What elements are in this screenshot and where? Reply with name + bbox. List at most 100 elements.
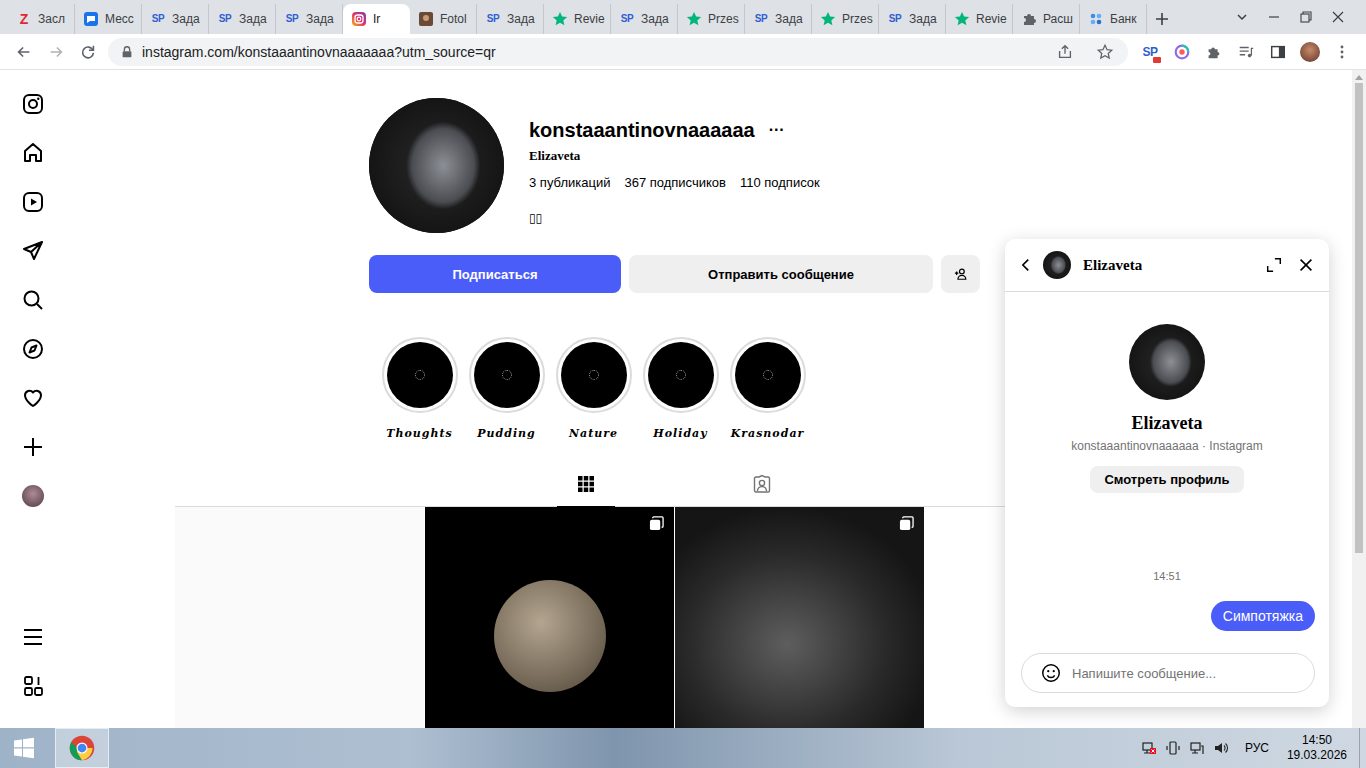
post[interactable] — [425, 507, 674, 728]
star-icon — [686, 11, 702, 27]
notifications-nav[interactable] — [9, 373, 57, 422]
language-indicator[interactable]: РУС — [1245, 741, 1269, 755]
view-profile-button[interactable]: Смотреть профиль — [1090, 466, 1243, 493]
media-button[interactable] — [1230, 36, 1262, 68]
network-error-icon[interactable] — [1141, 740, 1157, 756]
highlight[interactable]: Krasnodar — [724, 337, 811, 441]
tab-label: Przes — [708, 12, 739, 26]
browser-tab[interactable]: Przes — [812, 4, 879, 34]
dog-photo — [369, 98, 504, 233]
highlight[interactable]: Nature — [550, 337, 637, 441]
new-tab-button[interactable] — [1147, 4, 1177, 34]
highlight[interactable]: Thoughts — [376, 337, 463, 441]
username: konstaaantinovnaaaaaa — [529, 118, 755, 142]
emoji-icon[interactable] — [1040, 662, 1062, 684]
sp-extension-button[interactable]: SP — [1134, 36, 1166, 68]
browser-tab[interactable]: Przes — [678, 4, 745, 34]
post[interactable] — [675, 507, 924, 728]
home-icon — [21, 141, 45, 165]
restore-button[interactable] — [1290, 0, 1322, 34]
browser-tab[interactable]: Fotol — [410, 4, 477, 34]
sp-logo-icon: SP — [217, 11, 233, 27]
stat[interactable]: 3 публикаций — [529, 174, 610, 192]
message-button[interactable]: Отправить сообщение — [629, 255, 933, 293]
highlight[interactable]: Pudding — [463, 337, 550, 441]
sp-logo-icon: SP — [485, 11, 501, 27]
content-tab[interactable] — [733, 462, 791, 506]
instagram-logo[interactable] — [9, 79, 57, 128]
more-nav[interactable] — [9, 612, 57, 661]
browser-tab[interactable]: Ir — [343, 4, 410, 34]
menu-button[interactable] — [1326, 36, 1358, 68]
scroll-up-icon — [1355, 75, 1363, 80]
tab-search-button[interactable] — [1226, 0, 1258, 34]
browser-tab[interactable]: Банк — [1080, 4, 1147, 34]
scrollbar[interactable] — [1352, 70, 1366, 728]
create-nav[interactable] — [9, 422, 57, 471]
scroll-thumb[interactable] — [1355, 83, 1363, 553]
reload-button[interactable] — [72, 36, 104, 68]
minimize-button[interactable] — [1258, 0, 1290, 34]
post[interactable] — [175, 507, 424, 728]
profile-button[interactable] — [1294, 36, 1326, 68]
apps-nav[interactable] — [9, 661, 57, 710]
message-time: 14:51 — [1153, 569, 1181, 583]
back-button[interactable] — [8, 36, 40, 68]
browser-tab[interactable]: SPЗада — [745, 4, 812, 34]
message-bubble[interactable]: Симпотяжка — [1211, 601, 1315, 631]
tab-label: Przes — [842, 12, 873, 26]
start-button[interactable] — [0, 728, 48, 768]
profile-avatar[interactable] — [369, 98, 504, 233]
stat[interactable]: 110 подписок — [740, 174, 820, 192]
reels-nav[interactable] — [9, 177, 57, 226]
star-bookmark-icon[interactable] — [1096, 43, 1114, 61]
browser-tab[interactable]: SPЗада — [276, 4, 343, 34]
home-nav[interactable] — [9, 128, 57, 177]
browser-tab[interactable]: Revie — [946, 4, 1013, 34]
url-field[interactable]: instagram.com/konstaaantinovnaaaaaaa?utm… — [108, 38, 1128, 66]
clock-time: 14:50 — [1302, 733, 1332, 748]
browser-tab[interactable]: Месс — [75, 4, 142, 34]
browser-tab[interactable]: SPЗада — [477, 4, 544, 34]
browser-tab[interactable]: SPЗада — [142, 4, 209, 34]
sp-logo-icon: SP — [150, 11, 166, 27]
browser-tab[interactable]: SPЗада — [879, 4, 946, 34]
explore-nav[interactable] — [9, 324, 57, 373]
follow-button[interactable]: Подписаться — [369, 255, 621, 293]
search-nav[interactable] — [9, 275, 57, 324]
profile-nav[interactable] — [9, 471, 57, 520]
expand-icon[interactable] — [1265, 256, 1283, 274]
forward-button[interactable] — [40, 36, 72, 68]
browser-tab[interactable]: ZЗасл — [8, 4, 75, 34]
network-icon[interactable] — [1189, 740, 1205, 756]
chevron-left-icon[interactable] — [1017, 256, 1035, 274]
show-desktop-button[interactable] — [1359, 728, 1366, 768]
share-icon[interactable] — [1056, 43, 1074, 61]
clock[interactable]: 14:5019.03.2026 — [1287, 733, 1347, 763]
device-icon[interactable] — [1165, 740, 1181, 756]
volume-icon[interactable] — [1213, 740, 1229, 756]
chat-name: Elizaveta — [1132, 412, 1203, 434]
more-options-button[interactable]: ··· — [769, 118, 785, 142]
content-tab[interactable] — [557, 462, 615, 507]
grid-icon — [576, 474, 596, 494]
extensions-button[interactable] — [1198, 36, 1230, 68]
browser-tab[interactable]: SP Зада — [209, 4, 276, 34]
suggested-button[interactable] — [941, 255, 980, 293]
browser-tab[interactable]: SPЗада — [611, 4, 678, 34]
close-window-button[interactable] — [1322, 0, 1354, 34]
tab-label: Зада — [239, 12, 267, 26]
close-icon[interactable] — [1297, 256, 1315, 274]
extension-button[interactable] — [1166, 36, 1198, 68]
stat[interactable]: 367 подписчиков — [624, 174, 726, 192]
tab-label: Месс — [105, 12, 134, 26]
chrome-taskbar-button[interactable] — [55, 728, 109, 768]
side-panel-button[interactable] — [1262, 36, 1294, 68]
browser-tab[interactable]: Расш — [1013, 4, 1080, 34]
browser-tab[interactable]: Revie — [544, 4, 611, 34]
instagram-icon — [21, 92, 45, 116]
highlight[interactable]: Holiday — [637, 337, 724, 441]
message-input[interactable]: Напишите сообщение... — [1021, 653, 1315, 693]
direct-nav[interactable] — [9, 226, 57, 275]
spinner-icon — [415, 370, 425, 380]
